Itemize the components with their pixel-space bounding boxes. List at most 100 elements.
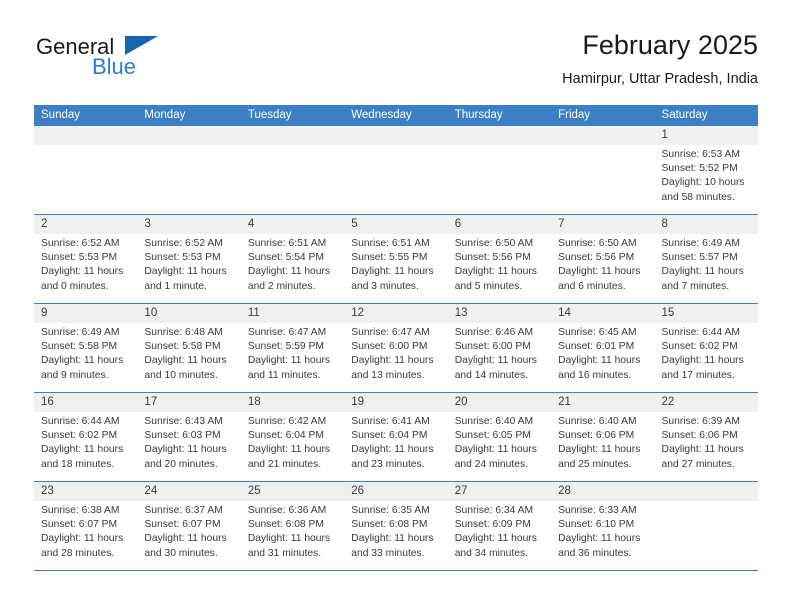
day-info-sunset: Sunset: 6:10 PM <box>558 519 635 531</box>
day-info-daylight-line2: and 24 minutes. <box>454 458 528 470</box>
day-info-sunrise: Sunrise: 6:41 AM <box>351 416 430 427</box>
day-info-daylight-line2: and 6 minutes. <box>558 280 626 292</box>
day-sun-info: Sunrise: 6:53 AM Sunset: 5:52 PM Daylight:… <box>655 145 758 205</box>
day-info-sunset: Sunset: 6:06 PM <box>661 430 738 442</box>
day-sun-info: Sunrise: 6:37 AM Sunset: 6:07 PM Daylight:… <box>137 501 240 561</box>
day-info-sunset: Sunset: 5:59 PM <box>247 341 324 353</box>
day-info-daylight-line2: and 28 minutes. <box>41 547 115 559</box>
day-info-daylight-line2: and 25 minutes. <box>558 458 632 470</box>
day-info-daylight-line1: Daylight: 11 hours <box>454 533 537 545</box>
day-sun-info: Sunrise: 6:45 AM Sunset: 6:01 PM Daylight:… <box>551 323 654 383</box>
day-number: 26 <box>344 482 448 501</box>
day-info-daylight-line2: and 20 minutes. <box>144 458 218 470</box>
day-cell[interactable]: 8 Sunrise: 6:49 AM Sunset: 5:57 PM Daylight… <box>654 215 758 303</box>
day-cell[interactable]: 15 Sunrise: 6:44 AM Sunset: 6:02 PM Dayligh… <box>654 304 758 392</box>
day-info-sunset: Sunset: 5:58 PM <box>144 341 221 353</box>
day-info-daylight-line1: Daylight: 11 hours <box>351 355 434 367</box>
page-title: February 2025 <box>582 30 758 60</box>
day-cell[interactable]: 16 Sunrise: 6:44 AM Sunset: 6:02 PM Dayligh… <box>34 393 138 481</box>
day-sun-info: Sunrise: 6:52 AM Sunset: 5:53 PM Daylight:… <box>137 234 240 294</box>
day-sun-info: Sunrise: 6:50 AM Sunset: 5:56 PM Daylight:… <box>551 234 654 294</box>
day-cell[interactable]: 25 Sunrise: 6:36 AM Sunset: 6:08 PM Dayligh… <box>240 482 345 570</box>
day-info-sunset: Sunset: 5:54 PM <box>247 252 324 264</box>
day-cell-empty <box>551 126 655 214</box>
day-info-sunrise: Sunrise: 6:51 AM <box>247 238 327 249</box>
day-sun-info: Sunrise: 6:33 AM Sunset: 6:10 PM Daylight:… <box>551 501 654 561</box>
day-cell[interactable]: 13 Sunrise: 6:46 AM Sunset: 6:00 PM Dayligh… <box>447 304 552 392</box>
day-cell[interactable]: 24 Sunrise: 6:37 AM Sunset: 6:07 PM Dayligh… <box>137 482 241 570</box>
day-cell[interactable]: 19 Sunrise: 6:41 AM Sunset: 6:04 PM Dayligh… <box>344 393 448 481</box>
day-info-daylight-line1: Daylight: 10 hours <box>661 177 745 189</box>
logo-text-blue: Blue <box>92 54 137 79</box>
day-info-daylight-line1: Daylight: 11 hours <box>558 444 641 456</box>
day-info-daylight-line1: Daylight: 11 hours <box>661 444 744 456</box>
day-cell[interactable]: 9 Sunrise: 6:49 AM Sunset: 5:58 PM Daylight… <box>34 304 138 392</box>
day-cell-empty <box>654 482 758 570</box>
day-info-daylight-line2: and 58 minutes. <box>661 191 735 203</box>
day-info-sunrise: Sunrise: 6:45 AM <box>558 327 637 338</box>
day-info-sunset: Sunset: 5:52 PM <box>661 163 738 175</box>
day-cell[interactable]: 3 Sunrise: 6:52 AM Sunset: 5:53 PM Daylight… <box>137 215 241 303</box>
day-number: 11 <box>240 304 345 323</box>
day-cell[interactable]: 4 Sunrise: 6:51 AM Sunset: 5:54 PM Daylight… <box>240 215 345 303</box>
day-info-sunrise: Sunrise: 6:50 AM <box>558 238 637 249</box>
day-sun-info: Sunrise: 6:35 AM Sunset: 6:08 PM Daylight:… <box>344 501 447 561</box>
general-blue-logo[interactable]: General Blue <box>34 34 234 90</box>
day-info-sunset: Sunset: 5:58 PM <box>41 341 118 353</box>
day-cell[interactable]: 5 Sunrise: 6:51 AM Sunset: 5:55 PM Daylight… <box>344 215 448 303</box>
day-info-sunset: Sunset: 6:00 PM <box>454 341 531 353</box>
day-cell-empty <box>447 126 552 214</box>
day-cell[interactable]: 18 Sunrise: 6:42 AM Sunset: 6:04 PM Dayligh… <box>240 393 345 481</box>
day-cell-empty <box>344 126 448 214</box>
day-cell[interactable]: 12 Sunrise: 6:47 AM Sunset: 6:00 PM Dayligh… <box>344 304 448 392</box>
day-cell[interactable]: 26 Sunrise: 6:35 AM Sunset: 6:08 PM Dayligh… <box>344 482 448 570</box>
day-info-daylight-line1: Daylight: 11 hours <box>247 533 331 545</box>
day-sun-info: Sunrise: 6:38 AM Sunset: 6:07 PM Daylight:… <box>34 501 137 561</box>
day-cell[interactable]: 27 Sunrise: 6:34 AM Sunset: 6:09 PM Dayligh… <box>447 482 552 570</box>
day-cell[interactable]: 21 Sunrise: 6:40 AM Sunset: 6:06 PM Dayligh… <box>551 393 655 481</box>
day-number: 13 <box>447 304 552 323</box>
day-info-daylight-line1: Daylight: 11 hours <box>144 266 227 278</box>
day-info-sunrise: Sunrise: 6:38 AM <box>41 505 120 516</box>
day-cell-empty <box>34 126 138 214</box>
day-cell[interactable]: 23 Sunrise: 6:38 AM Sunset: 6:07 PM Dayligh… <box>34 482 138 570</box>
day-info-daylight-line1: Daylight: 11 hours <box>41 355 124 367</box>
day-cell[interactable]: 10 Sunrise: 6:48 AM Sunset: 5:58 PM Dayligh… <box>137 304 241 392</box>
day-info-sunset: Sunset: 6:05 PM <box>454 430 531 442</box>
day-cell[interactable]: 1 Sunrise: 6:53 AM Sunset: 5:52 PM Daylight… <box>654 126 758 214</box>
day-cell[interactable]: 11 Sunrise: 6:47 AM Sunset: 5:59 PM Dayligh… <box>240 304 345 392</box>
weekday-header-wednesday: Wednesday <box>351 109 412 121</box>
day-number: 22 <box>654 393 758 412</box>
day-info-daylight-line2: and 7 minutes. <box>661 280 730 292</box>
day-sun-info: Sunrise: 6:47 AM Sunset: 6:00 PM Daylight:… <box>344 323 447 383</box>
day-info-daylight-line1: Daylight: 11 hours <box>144 533 227 545</box>
day-info-daylight-line1: Daylight: 11 hours <box>247 266 331 278</box>
day-info-daylight-line2: and 30 minutes. <box>144 547 218 559</box>
day-sun-info: Sunrise: 6:44 AM Sunset: 6:02 PM Daylight:… <box>655 323 758 383</box>
day-cell[interactable]: 7 Sunrise: 6:50 AM Sunset: 5:56 PM Daylight… <box>551 215 655 303</box>
day-info-daylight-line1: Daylight: 11 hours <box>41 444 124 456</box>
day-info-sunset: Sunset: 5:53 PM <box>41 252 118 264</box>
day-info-daylight-line2: and 34 minutes. <box>454 547 528 559</box>
day-info-sunset: Sunset: 5:56 PM <box>558 252 635 264</box>
day-cell[interactable]: 6 Sunrise: 6:50 AM Sunset: 5:56 PM Daylight… <box>447 215 552 303</box>
calendar-weeks: 1 Sunrise: 6:53 AM Sunset: 5:52 PM Daylight… <box>34 126 758 571</box>
day-number: 10 <box>137 304 241 323</box>
day-cell[interactable]: 22 Sunrise: 6:39 AM Sunset: 6:06 PM Dayligh… <box>654 393 758 481</box>
day-cell[interactable]: 2 Sunrise: 6:52 AM Sunset: 5:53 PM Daylight… <box>34 215 138 303</box>
day-info-sunrise: Sunrise: 6:52 AM <box>144 238 223 249</box>
day-cell[interactable]: 17 Sunrise: 6:43 AM Sunset: 6:03 PM Dayligh… <box>137 393 241 481</box>
day-info-daylight-line2: and 21 minutes. <box>247 458 322 470</box>
day-sun-info: Sunrise: 6:46 AM Sunset: 6:00 PM Daylight:… <box>448 323 551 383</box>
day-info-daylight-line2: and 9 minutes. <box>41 369 109 381</box>
day-info-sunset: Sunset: 6:02 PM <box>661 341 738 353</box>
day-info-sunset: Sunset: 6:01 PM <box>558 341 635 353</box>
day-info-sunset: Sunset: 6:00 PM <box>351 341 428 353</box>
day-cell[interactable]: 14 Sunrise: 6:45 AM Sunset: 6:01 PM Dayligh… <box>551 304 655 392</box>
day-info-daylight-line1: Daylight: 11 hours <box>144 444 227 456</box>
day-cell[interactable]: 20 Sunrise: 6:40 AM Sunset: 6:05 PM Dayligh… <box>447 393 552 481</box>
day-number: 25 <box>240 482 345 501</box>
day-cell[interactable]: 28 Sunrise: 6:33 AM Sunset: 6:10 PM Dayligh… <box>551 482 655 570</box>
logo-triangle-icon <box>125 36 158 55</box>
day-info-daylight-line1: Daylight: 11 hours <box>351 266 434 278</box>
